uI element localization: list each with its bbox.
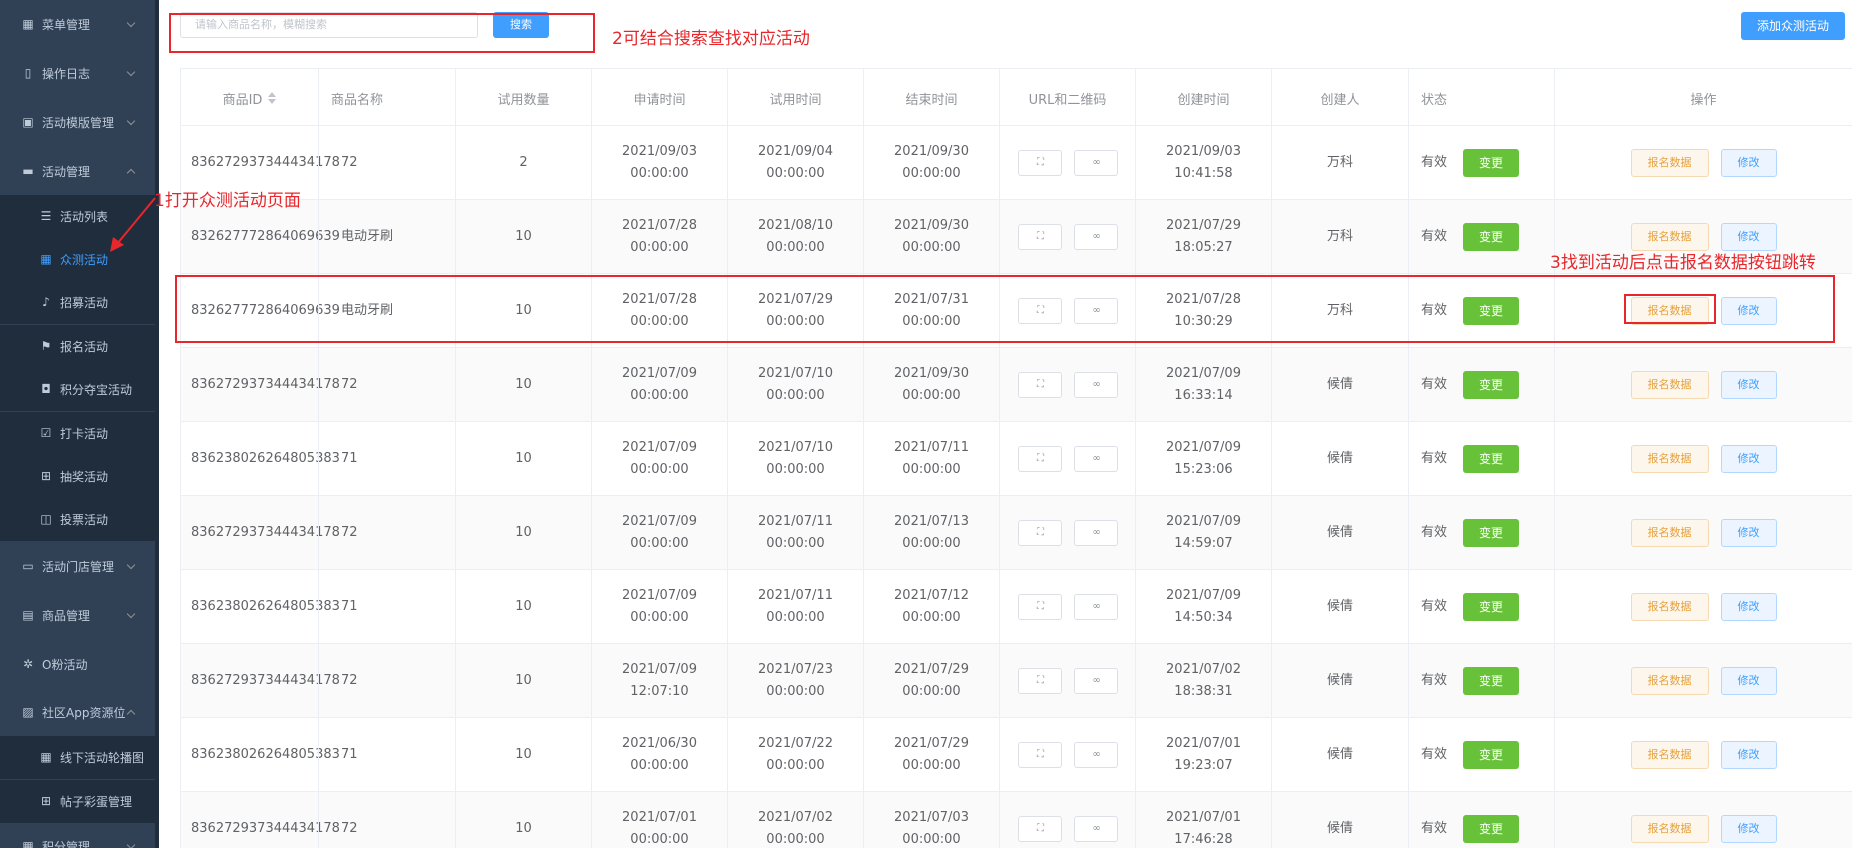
annotation-box-row xyxy=(175,275,1835,343)
annotation-arrow-icon xyxy=(110,197,156,252)
app-root: ▦ 菜单管理 ▯ 操作日志 ▣ 活动模版管理 ▬ 活动管理 ☰ 活动列表 ▦ 众测活动 ♪ 招募活动 ⚑ 报名… xyxy=(0,0,1857,848)
annotation-box-signup xyxy=(1624,294,1716,324)
annotation-step3: 3找到活动后点击报名数据按钮跳转 xyxy=(1550,253,1816,273)
